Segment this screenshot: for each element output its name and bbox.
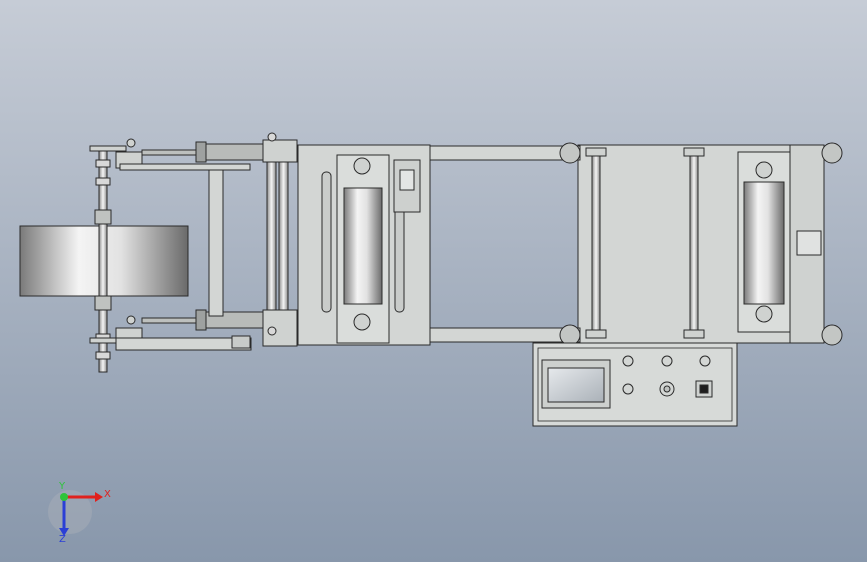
left-knob-bottom xyxy=(353,313,371,331)
cad-viewport[interactable]: X Y Z xyxy=(0,0,867,562)
cylinder-cap-top xyxy=(195,141,207,163)
foot-bottom-left xyxy=(559,324,581,346)
x-axis-label: X xyxy=(104,489,111,500)
idler-shaft-1 xyxy=(591,155,601,333)
emergency-stop-core xyxy=(663,385,671,393)
guide-block-top xyxy=(262,139,298,163)
guide-bolt-top xyxy=(267,132,277,142)
cad-model-view: X Y Z xyxy=(0,0,867,562)
left-head-roller xyxy=(343,187,383,305)
right-head-roller xyxy=(743,181,785,305)
left-slot-a xyxy=(321,171,332,313)
foot-bottom-right xyxy=(821,324,843,346)
y-axis-label: Y xyxy=(58,481,66,492)
reel-collar-top xyxy=(95,159,111,168)
reel-collar-top2 xyxy=(95,177,111,186)
crossbar-top xyxy=(429,145,581,161)
indicator-lamp-1 xyxy=(622,355,634,367)
idler-shaft-2 xyxy=(689,155,699,333)
guide-block-bottom xyxy=(262,309,298,347)
z-axis-label: Z xyxy=(59,534,66,545)
cylinder-cap-bottom xyxy=(195,309,207,331)
idler-clamp-2b xyxy=(683,329,705,339)
indicator-lamp-2 xyxy=(661,355,673,367)
start-button[interactable] xyxy=(622,383,634,395)
arm-pivot-top xyxy=(126,138,136,148)
cylinder-rod-bottom xyxy=(141,317,205,324)
sensor-box xyxy=(399,169,415,191)
side-rail-left xyxy=(208,169,224,317)
arm-tab xyxy=(231,335,251,349)
reel-nut-bottom xyxy=(94,295,112,311)
crossbar-bottom xyxy=(429,327,581,343)
y-axis-dot xyxy=(60,493,68,501)
power-switch-rocker xyxy=(699,384,709,394)
cylinder-rod-top xyxy=(141,149,205,156)
right-knob-bottom xyxy=(755,305,773,323)
arm-pivot-bottom xyxy=(126,315,136,325)
idler-clamp-1a xyxy=(585,147,607,157)
control-panel xyxy=(532,342,738,427)
name-plate xyxy=(796,230,822,256)
arm-long-top xyxy=(119,163,251,171)
idler-clamp-1b xyxy=(585,329,607,339)
foot-top-left xyxy=(559,142,581,164)
reel-collar-bottom2 xyxy=(95,351,111,360)
reel-bar-top xyxy=(89,145,127,152)
idler-clamp-2a xyxy=(683,147,705,157)
foot-top-right xyxy=(821,142,843,164)
left-knob-top xyxy=(353,157,371,175)
right-knob-top xyxy=(755,161,773,179)
hmi-screen[interactable] xyxy=(547,367,605,403)
reel-nut-top xyxy=(94,209,112,225)
guide-roller-a xyxy=(266,161,277,311)
guide-bolt-bottom xyxy=(267,326,277,336)
selector-switch[interactable] xyxy=(699,355,711,367)
arm-long-bottom xyxy=(115,337,252,351)
guide-roller-b xyxy=(278,161,289,311)
